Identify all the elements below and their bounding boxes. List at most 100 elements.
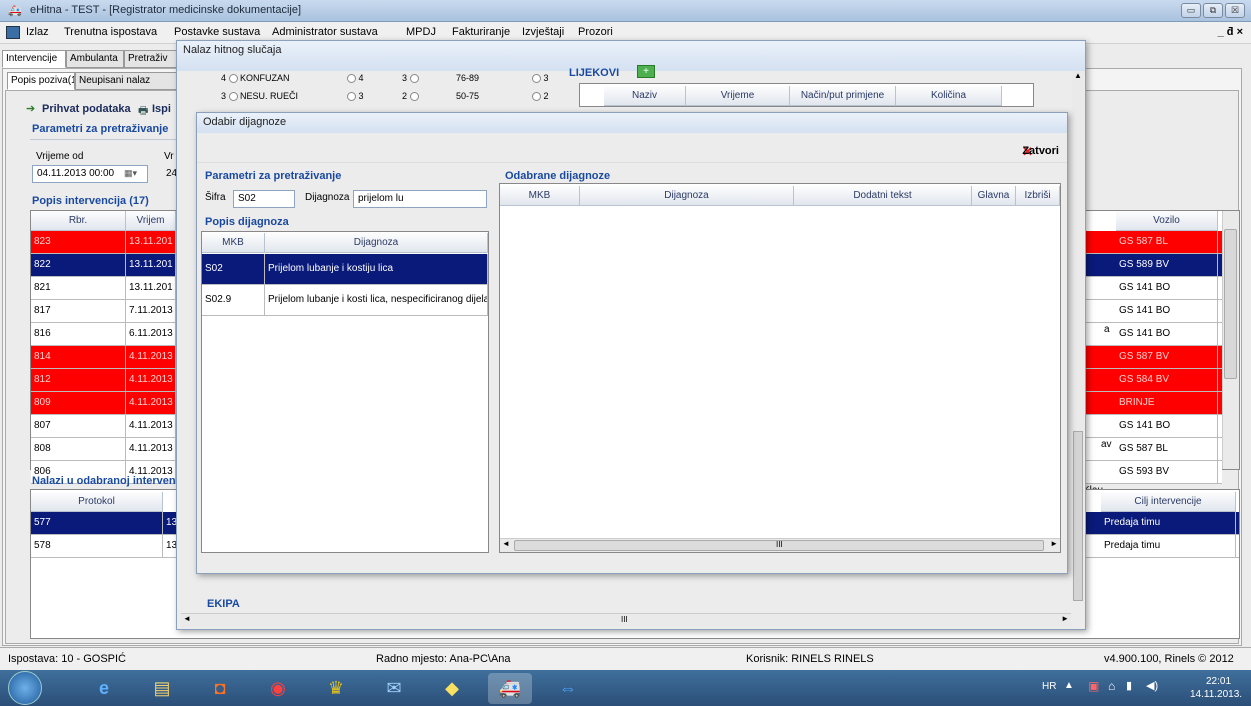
window-titlebar: 🚑 eHitna - TEST - [Registrator medicinsk… <box>0 0 1251 22</box>
device-icon[interactable]: ⌂ <box>1108 679 1115 693</box>
menu-administrator-sustava[interactable]: Administrator sustava <box>272 26 378 38</box>
media-player-icon[interactable]: ◘ <box>198 673 242 704</box>
col-izbrisi[interactable]: Izbriši <box>1016 186 1060 206</box>
explorer-icon[interactable]: ▤ <box>140 673 184 704</box>
chrome-icon[interactable]: ◉ <box>256 673 300 704</box>
print-button[interactable]: Ispi <box>152 103 171 115</box>
status-verzija: v4.900.100, Rinels © 2012 <box>1104 653 1234 665</box>
calendar-icon[interactable]: ▦▾ <box>124 168 137 179</box>
col-protokol[interactable]: Protokol <box>31 492 163 512</box>
col-vrijeme[interactable]: Vrijeme <box>686 86 790 106</box>
radio[interactable] <box>409 92 419 102</box>
dg-row[interactable]: S02.9 Prijelom lubanje i kosti lica, nesp… <box>202 285 488 316</box>
dijagnoze-title: Odabir dijagnoze <box>203 116 287 128</box>
minimize-button[interactable]: ▭ <box>1181 3 1201 18</box>
menu-izvjestaji[interactable]: Izvještaji <box>522 26 564 38</box>
cell-vozilo: GS 584 BV <box>1116 369 1218 391</box>
language-indicator[interactable]: HR <box>1042 681 1056 692</box>
col-rbr[interactable]: Rbr. <box>31 211 126 231</box>
window-title: eHitna - TEST - [Registrator medicinske … <box>30 4 302 16</box>
start-button[interactable] <box>8 671 42 705</box>
mdi-controls[interactable]: _ ƌ × <box>1218 26 1243 38</box>
interventions-scrollbar[interactable] <box>1222 211 1239 469</box>
divider <box>30 139 180 140</box>
col-cilj[interactable]: Cilj intervencije <box>1101 492 1236 512</box>
radio[interactable] <box>347 74 356 84</box>
radio[interactable] <box>532 74 541 84</box>
cell-mkb: S02 <box>202 254 265 284</box>
scroll-left-icon[interactable]: ◄ <box>502 539 510 548</box>
volume-icon[interactable]: ◀) <box>1146 679 1158 692</box>
tab-pretrazivanje[interactable]: Pretraživ <box>124 50 178 68</box>
radio[interactable] <box>409 74 419 84</box>
ehitna-taskbar-icon[interactable]: 🚑 <box>488 673 532 704</box>
dg-row[interactable]: S02 Prijelom lubanje i kostiju lica <box>202 254 488 285</box>
menu-trenutna-ispostava[interactable]: Trenutna ispostava <box>64 26 157 38</box>
col-vozilo[interactable]: Vozilo <box>1116 211 1218 231</box>
accept-data-button[interactable]: Prihvat podataka <box>42 103 131 115</box>
col-nacin[interactable]: Način/put primjene <box>790 86 896 106</box>
tab-ambulanta[interactable]: Ambulanta <box>66 50 124 68</box>
cell-vrijeme: 4.11.2013 <box>126 438 176 460</box>
scroll-grip[interactable]: III <box>776 540 783 549</box>
scroll-grip[interactable]: III <box>621 615 628 624</box>
cell-fragment: a <box>1104 324 1110 335</box>
tray-expand-icon[interactable]: ▲ <box>1064 680 1074 691</box>
signal-icon[interactable]: ▮ <box>1126 679 1132 692</box>
nalaz-title: Nalaz hitnog slučaja <box>183 44 282 56</box>
tab-popis-poziva[interactable]: Popis poziva(17) <box>7 72 75 90</box>
cell-vozilo: GS 587 BL <box>1116 231 1218 253</box>
radio[interactable] <box>532 92 541 102</box>
col-mkb[interactable]: MKB <box>202 233 265 253</box>
col-glavna[interactable]: Glavna <box>972 186 1016 206</box>
cell-vrijeme: 4.11.2013 <box>126 369 176 391</box>
nalaz-hscrollbar[interactable]: ◄ III ► <box>181 613 1071 627</box>
game-icon[interactable]: ♛ <box>314 673 358 704</box>
gcs-radio[interactable] <box>228 74 238 84</box>
menu-prozori[interactable]: Prozori <box>578 26 613 38</box>
maximize-button[interactable]: ⧉ <box>1203 3 1223 18</box>
radio[interactable] <box>347 92 356 102</box>
scroll-right-icon[interactable]: ► <box>1050 539 1058 548</box>
folder-icon[interactable]: ◆ <box>430 673 474 704</box>
col-dijagnoza[interactable]: Dijagnoza <box>265 233 488 253</box>
clock-date[interactable]: 14.11.2013. <box>1190 689 1242 700</box>
close-window-button[interactable]: ☒ <box>1225 3 1245 18</box>
scroll-left-icon[interactable]: ◄ <box>183 614 191 623</box>
cell-rbr: 823 <box>31 231 126 253</box>
tab-intervencije[interactable]: Intervencije <box>2 50 66 68</box>
scroll-thumb[interactable] <box>1224 229 1237 379</box>
accept-icon: ➔ <box>26 103 36 115</box>
col-dodatni-tekst[interactable]: Dodatni tekst <box>794 186 972 206</box>
scroll-thumb[interactable] <box>1073 431 1083 601</box>
col-kolicina[interactable]: Količina <box>896 86 1002 106</box>
nalaz-vscrollbar[interactable]: ▲ <box>1072 71 1084 601</box>
scroll-up-icon[interactable]: ▲ <box>1074 71 1082 80</box>
app-menu-icon[interactable] <box>6 26 20 39</box>
col-vrijeme[interactable]: Vrijem <box>126 211 176 231</box>
teamviewer-icon[interactable]: ⇔ <box>546 673 590 704</box>
add-lijek-button[interactable]: + <box>637 65 655 78</box>
col-dijagnoza[interactable]: Dijagnoza <box>580 186 794 206</box>
col-naziv[interactable]: Naziv <box>604 86 686 106</box>
scroll-right-icon[interactable]: ► <box>1061 614 1069 623</box>
gcs-radio[interactable] <box>228 92 238 102</box>
print-icon: 🖶 <box>138 105 149 117</box>
menu-fakturiranje[interactable]: Fakturiranje <box>452 26 510 38</box>
menu-mpdj[interactable]: MPDJ <box>406 26 436 38</box>
clock-time[interactable]: 22:01 <box>1206 676 1231 687</box>
menu-izlaz[interactable]: Izlaz <box>26 26 49 38</box>
score: 2 <box>543 91 549 101</box>
zatvori-button[interactable]: Zatvori <box>1022 145 1059 157</box>
thunderbird-icon[interactable]: ✉ <box>372 673 416 704</box>
cell-vrijeme: 13.11.201 <box>126 277 176 299</box>
ie-icon[interactable]: e <box>82 673 126 704</box>
odabrane-hscrollbar[interactable]: ◄ III ► <box>500 538 1060 552</box>
col-mkb[interactable]: MKB <box>500 186 580 206</box>
menu-postavke-sustava[interactable]: Postavke sustava <box>174 26 260 38</box>
sifra-input[interactable]: S02 <box>233 190 295 208</box>
network-status-icon[interactable]: ▣ <box>1088 679 1099 693</box>
lijekovi-table: Naziv Vrijeme Način/put primjene Količin… <box>579 83 1034 107</box>
tab-neupisani-nalazi[interactable]: Neupisani nalaz <box>75 72 177 90</box>
dg-input[interactable]: prijelom lu <box>353 190 487 208</box>
